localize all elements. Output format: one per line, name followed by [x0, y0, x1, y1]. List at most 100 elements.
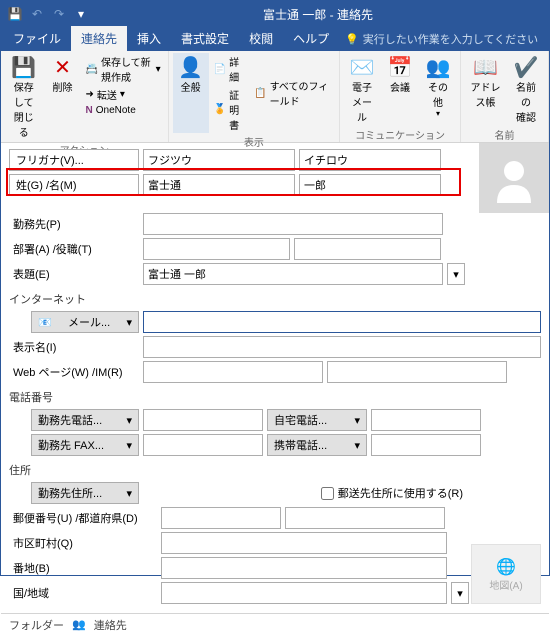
address-header: 住所 — [9, 462, 541, 478]
company-input[interactable] — [143, 213, 443, 235]
furigana-sei-input[interactable] — [143, 149, 295, 171]
work-addr-dropdown[interactable]: 勤務先住所...▾ — [31, 482, 139, 504]
chevron-down-icon: ▾ — [126, 487, 132, 500]
general-button[interactable]: 👤全般 — [173, 53, 209, 133]
work-phone-dropdown[interactable]: 勤務先電話...▾ — [31, 409, 139, 431]
chevron-down-icon: ▾ — [126, 439, 132, 452]
street-label: 番地(B) — [9, 560, 157, 576]
redo-icon[interactable]: ↷ — [49, 4, 69, 24]
folder-value: 連絡先 — [94, 617, 127, 633]
home-phone-input[interactable] — [371, 409, 481, 431]
tab-file[interactable]: ファイル — [3, 26, 71, 51]
chevron-down-icon[interactable]: ▾ — [451, 582, 469, 604]
home-phone-dropdown[interactable]: 自宅電話...▾ — [267, 409, 367, 431]
map-placeholder[interactable]: 🌐 地図(A) — [471, 544, 541, 604]
other-button[interactable]: 👥その他▾ — [420, 53, 456, 126]
map-icon: 🌐 — [496, 557, 516, 577]
all-fields-icon: 📋 — [254, 88, 266, 99]
country-input[interactable] — [161, 582, 447, 604]
undo-icon[interactable]: ↶ — [27, 4, 47, 24]
work-fax-dropdown[interactable]: 勤務先 FAX...▾ — [31, 434, 139, 456]
company-label: 勤務先(P) — [9, 216, 139, 232]
chevron-down-icon: ▾ — [354, 414, 360, 427]
onenote-button[interactable]: NOneNote — [83, 104, 164, 117]
postal-input[interactable] — [161, 507, 281, 529]
web-input[interactable] — [143, 361, 323, 383]
chevron-down-icon: ▾ — [126, 316, 132, 329]
check-names-button[interactable]: ✔️名前の 確認 — [508, 53, 544, 126]
email-type-dropdown[interactable]: 📧メール...▾ — [31, 311, 139, 333]
dept-input[interactable] — [143, 238, 290, 260]
tab-contact[interactable]: 連絡先 — [71, 26, 127, 51]
certificate-icon: 🏅 — [214, 104, 226, 115]
all-fields-button[interactable]: 📋すべてのフィールド — [251, 53, 335, 133]
save-new-button[interactable]: 📇保存して新規作成▾ — [83, 53, 164, 85]
address-book-icon: 📖 — [474, 55, 498, 79]
name-button[interactable]: 姓(G) /名(M) — [9, 174, 139, 196]
details-icon: 📄 — [214, 64, 226, 75]
delete-icon: ✕ — [51, 55, 75, 79]
save-close-button[interactable]: 💾保存して 閉じる — [5, 53, 43, 141]
forward-icon: ➜ — [86, 89, 94, 100]
window-title: 富士通 一郎 - 連絡先 — [91, 6, 545, 23]
chevron-down-icon: ▾ — [156, 64, 161, 75]
group-comm-label: コミュニケーション — [344, 126, 456, 143]
furigana-mei-input[interactable] — [299, 149, 441, 171]
email-button[interactable]: ✉️電子 メール — [344, 53, 380, 126]
display-name-input[interactable] — [143, 336, 541, 358]
meeting-button[interactable]: 📅会議 — [382, 53, 418, 126]
sei-input[interactable] — [143, 174, 295, 196]
tell-me-search[interactable]: 💡実行したい作業を入力してください — [339, 27, 544, 51]
bulb-icon: 💡 — [345, 33, 359, 46]
city-label: 市区町村(Q) — [9, 535, 157, 551]
internet-header: インターネット — [9, 291, 541, 307]
contact-photo-placeholder[interactable] — [479, 143, 549, 213]
tab-insert[interactable]: 挿入 — [127, 26, 171, 51]
chevron-down-icon: ▾ — [120, 89, 125, 100]
mei-input[interactable] — [299, 174, 441, 196]
work-phone-input[interactable] — [143, 409, 263, 431]
mobile-input[interactable] — [371, 434, 481, 456]
display-label: 表題(E) — [9, 266, 139, 282]
group-names-label: 名前 — [465, 126, 544, 143]
email-input[interactable] — [143, 311, 541, 333]
dept-label: 部署(A) /役職(T) — [9, 241, 139, 257]
work-fax-input[interactable] — [143, 434, 263, 456]
qat-more-icon[interactable]: ▾ — [71, 4, 91, 24]
save-icon[interactable]: 💾 — [5, 4, 25, 24]
phone-header: 電話番号 — [9, 389, 541, 405]
country-label: 国/地域 — [9, 585, 157, 601]
delete-button[interactable]: ✕削除 — [45, 53, 81, 141]
tab-help[interactable]: ヘルプ — [283, 26, 339, 51]
pref-input[interactable] — [285, 507, 445, 529]
chevron-down-icon: ▾ — [354, 439, 360, 452]
tab-format[interactable]: 書式設定 — [171, 26, 239, 51]
general-icon: 👤 — [179, 55, 203, 79]
other-icon: 👥 — [426, 55, 450, 79]
tab-review[interactable]: 校閲 — [239, 26, 283, 51]
meeting-icon: 📅 — [388, 55, 412, 79]
postal-label: 郵便番号(U) /都道府県(D) — [9, 510, 157, 526]
chevron-down-icon: ▾ — [126, 414, 132, 427]
chevron-down-icon: ▾ — [436, 109, 440, 118]
save-close-icon: 💾 — [12, 55, 36, 79]
chevron-down-icon[interactable]: ▾ — [447, 263, 465, 285]
check-names-icon: ✔️ — [514, 55, 538, 79]
forward-button[interactable]: ➜転送▾ — [83, 86, 164, 103]
certificate-button[interactable]: 🏅証明書 — [211, 86, 250, 133]
address-book-button[interactable]: 📖アドレス帳 — [465, 53, 506, 126]
save-new-icon: 📇 — [86, 64, 98, 75]
title-input[interactable] — [294, 238, 441, 260]
contacts-icon: 👥 — [72, 618, 86, 631]
web-label: Web ページ(W) /IM(R) — [9, 364, 139, 380]
city-input[interactable] — [161, 532, 447, 554]
im-input[interactable] — [327, 361, 507, 383]
display-name-label: 表示名(I) — [9, 339, 139, 355]
mobile-dropdown[interactable]: 携帯電話...▾ — [267, 434, 367, 456]
email-icon: ✉️ — [350, 55, 374, 79]
folder-label: フォルダー — [9, 617, 64, 633]
display-input[interactable] — [143, 263, 443, 285]
mailing-checkbox[interactable]: 郵送先住所に使用する(R) — [321, 485, 463, 501]
details-button[interactable]: 📄詳細 — [211, 53, 250, 85]
furigana-button[interactable]: フリガナ(V)... — [9, 149, 139, 171]
